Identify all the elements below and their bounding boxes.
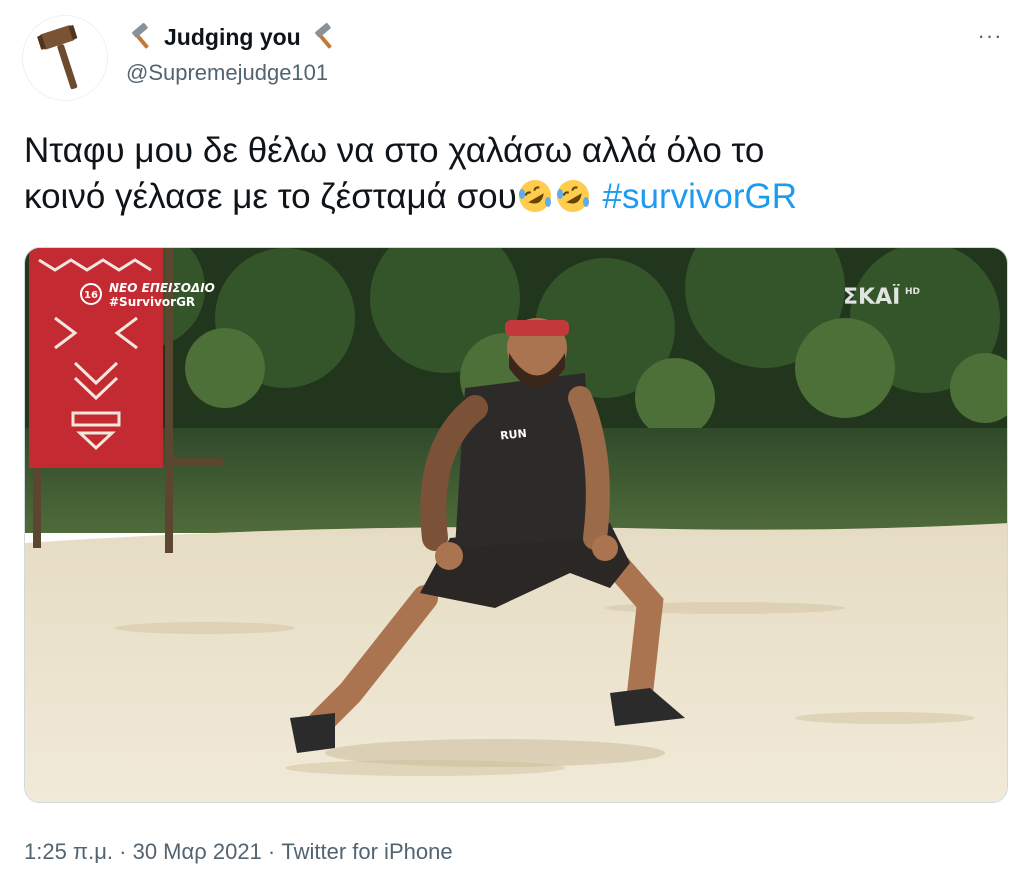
author-name-row[interactable]: Judging you — [126, 22, 339, 52]
display-name[interactable]: Judging you — [164, 24, 301, 51]
gavel-icon — [37, 25, 78, 90]
tweet-media-image[interactable]: 16 ΝΕΟ ΕΠΕΙΣΟΔΙΟ #SurvivorGR ΣΚΑΪ HD RUN — [24, 247, 1008, 803]
rofl-emoji — [518, 180, 551, 212]
red-headband — [505, 320, 569, 336]
tweet-text-line-2: κοινό γέλασε με το ζέσταμά σου #survivor… — [24, 174, 1004, 220]
meta-separator: · — [267, 839, 276, 864]
hammer-icon — [132, 23, 149, 49]
overlay-episode-text: ΝΕΟ ΕΠΕΙΣΟΔΙΟ — [109, 281, 215, 295]
date-link[interactable]: 30 Μαρ 2021 — [133, 839, 262, 864]
more-options-button[interactable]: ··· — [970, 16, 1010, 56]
shirt-text: RUN — [500, 427, 528, 443]
hashtag-link[interactable]: #survivorGR — [603, 177, 797, 216]
source-link[interactable]: Twitter for iPhone — [281, 839, 452, 864]
channel-logo: ΣΚΑΪ — [843, 284, 900, 310]
tweet-text-line-1: Νταφυ μου δε θέλω να στο χαλάσω αλλά όλο… — [24, 131, 765, 170]
overlay-hashtag-text: #SurvivorGR — [109, 295, 195, 309]
avatar[interactable] — [22, 15, 108, 101]
timestamp-link[interactable]: 1:25 π.μ. — [24, 839, 113, 864]
hammer-icon — [314, 23, 332, 49]
more-icon: ··· — [977, 23, 1003, 48]
rofl-emoji — [556, 180, 589, 212]
episode-badge-number: 16 — [84, 290, 98, 301]
media-scene: 16 ΝΕΟ ΕΠΕΙΣΟΔΙΟ #SurvivorGR ΣΚΑΪ HD RUN — [25, 248, 1007, 802]
tweet-text-line-2-text: κοινό γέλασε με το ζέσταμά σου — [24, 177, 517, 216]
tweet-meta: 1:25 π.μ. · 30 Μαρ 2021 · Twitter for iP… — [24, 839, 453, 865]
meta-separator: · — [119, 839, 127, 864]
channel-hd-label: HD — [905, 287, 920, 297]
tweet-text: Νταφυ μου δε θέλω να στο χαλάσω αλλά όλο… — [24, 128, 1004, 220]
author-handle[interactable]: @Supremejudge101 — [126, 60, 328, 86]
